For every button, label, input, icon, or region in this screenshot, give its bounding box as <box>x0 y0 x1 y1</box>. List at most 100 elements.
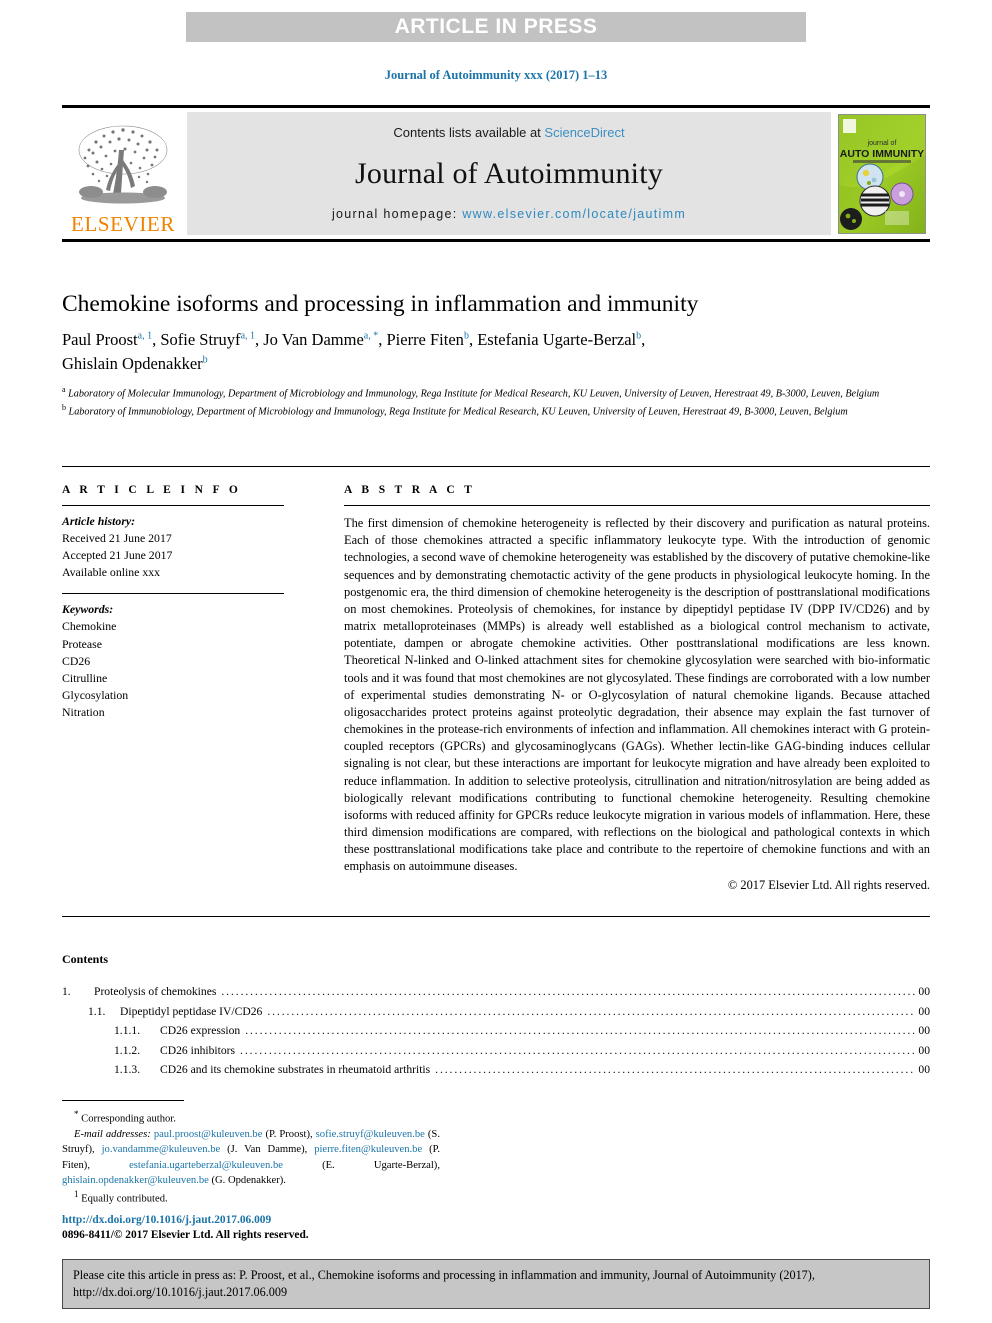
toc-number: 1.1. <box>88 1004 106 1018</box>
toc-page-number: 00 <box>918 1004 930 1018</box>
toc-leader-dots: ........................................… <box>240 1044 915 1057</box>
page-title: Chemokine isoforms and processing in inf… <box>62 291 699 317</box>
author-marks: a, * <box>363 330 379 342</box>
toc-page-number: 00 <box>918 1063 930 1077</box>
author-marks: a, 1 <box>137 330 153 342</box>
author-marks: b <box>463 330 469 342</box>
abstract-copyright: © 2017 Elsevier Ltd. All rights reserved… <box>727 877 930 892</box>
toc-label: Dipeptidyl peptidase IV/CD26 <box>120 1004 263 1018</box>
footnote-separator-rule <box>62 1100 184 1101</box>
elsevier-wordmark: ELSEVIER <box>71 212 175 236</box>
email-person: (E. Ugarte-Berzal) <box>322 1159 438 1171</box>
cite-this-article-box: Please cite this article in press as: P.… <box>62 1259 930 1309</box>
author-name: Paul Proost <box>62 330 138 349</box>
abstract-text: The first dimension of chemokine heterog… <box>344 516 930 874</box>
email-person: (J. Van Damme) <box>227 1144 305 1156</box>
article-info-heading: A R T I C L E I N F O <box>62 484 242 496</box>
toc-label: CD26 expression <box>160 1024 241 1038</box>
abstract-block-top-rule <box>62 466 930 467</box>
footnote-marker-one: 1 <box>74 1189 79 1200</box>
toc-number: 1.1.2. <box>114 1043 141 1057</box>
toc-leader-dots: ........................................… <box>221 986 915 998</box>
author-marks: a, 1 <box>240 330 256 342</box>
email-person: (G. Opdenakker) <box>211 1174 284 1186</box>
author-name: Estefania Ugarte-Berzal <box>477 330 637 349</box>
toc-page-number: 00 <box>918 1043 930 1057</box>
affiliation-mark: b <box>62 402 66 412</box>
toc-row[interactable]: 1. Proteolysis of chemokines ...........… <box>62 986 930 998</box>
article-info-column: A R T I C L E I N F O Article history: R… <box>62 484 312 721</box>
article-info-rule <box>62 505 284 506</box>
article-history-label: Article history: <box>62 514 136 528</box>
toc-label: CD26 and its chemokine substrates in rhe… <box>160 1063 431 1077</box>
journal-homepage-prefix: journal homepage: <box>331 207 463 221</box>
article-history-accepted: Accepted 21 June 2017 <box>62 548 173 563</box>
keywords-rule <box>62 593 284 595</box>
keyword-item: CD26 <box>62 653 91 668</box>
toc-row[interactable]: 1.1.2. CD26 inhibitors .................… <box>62 1045 930 1057</box>
abstract-column: A B S T R A C T The first dimension of c… <box>344 484 930 893</box>
affiliation-text: Laboratory of Molecular Immunology, Depa… <box>68 388 880 400</box>
toc-leader-dots: ........................................… <box>267 1005 916 1018</box>
affiliation-item: a Laboratory of Molecular Immunology, De… <box>62 384 938 402</box>
article-history-received: Received 21 June 2017 <box>62 531 172 546</box>
toc-leader-dots: ........................................… <box>245 1025 915 1037</box>
author-name: Jo Van Damme <box>263 330 364 349</box>
journal-homepage-line: journal homepage: www.elsevier.com/locat… <box>332 207 686 221</box>
footnote-block: * Corresponding author. E-mail addresses… <box>62 1108 440 1207</box>
email-link[interactable]: ghislain.opdenakker@kuleuven.be <box>62 1175 209 1186</box>
email-link[interactable]: paul.proost@kuleuven.be <box>154 1129 263 1140</box>
keyword-item: Glycosylation <box>62 687 129 702</box>
toc-row[interactable]: 1.1.1. CD26 expression .................… <box>62 1025 930 1037</box>
corresponding-author-note: * Corresponding author. <box>62 1108 440 1127</box>
svg-text:AUTO IMMUNITY: AUTO IMMUNITY <box>840 148 924 160</box>
author-list: Paul Proosta, 1, Sofie Struyfa, 1, Jo Va… <box>62 330 646 373</box>
keywords-label: Keywords: <box>62 602 114 617</box>
doi-link[interactable]: http://dx.doi.org/10.1016/j.jaut.2017.06… <box>62 1214 271 1226</box>
journal-cover-image: journal of AUTO IMMUNITY <box>838 113 926 234</box>
table-of-contents: 1. Proteolysis of chemokines ...........… <box>62 986 930 1084</box>
journal-title: Journal of Autoimmunity <box>355 157 663 190</box>
abstract-heading: A B S T R A C T <box>344 484 476 496</box>
author-name: Sofie Struyf <box>160 330 241 349</box>
equal-contribution-text: Equally contributed. <box>81 1193 168 1205</box>
keyword-item: Nitration <box>62 704 105 719</box>
affiliation-mark: a <box>62 385 66 394</box>
article-in-press-banner: ARTICLE IN PRESS <box>186 12 806 42</box>
abstract-rule <box>344 505 930 506</box>
author-name: Pierre Fiten <box>386 330 464 349</box>
sciencedirect-link[interactable]: ScienceDirect <box>544 125 624 140</box>
affiliation-item: b Laboratory of Immunobiology, Departmen… <box>62 402 938 420</box>
toc-number: 1.1.1. <box>114 1024 141 1038</box>
email-link[interactable]: estefania.ugarteberzal@kuleuven.be <box>129 1160 283 1171</box>
contents-lists-line: Contents lists available at ScienceDirec… <box>393 125 624 140</box>
keyword-item: Citrulline <box>62 670 108 685</box>
email-link[interactable]: sofie.struyf@kuleuven.be <box>316 1129 425 1140</box>
email-link[interactable]: pierre.fiten@kuleuven.be <box>314 1144 422 1155</box>
author-name: Ghislain Opdenakker <box>62 353 203 373</box>
toc-label: Proteolysis of chemokines <box>94 985 217 998</box>
toc-leader-dots: ........................................… <box>435 1064 915 1076</box>
affiliation-list: a Laboratory of Molecular Immunology, De… <box>62 384 938 419</box>
author-marks: b <box>636 330 642 342</box>
toc-number: 1.1.3. <box>114 1063 141 1077</box>
elsevier-logo: ELSEVIER <box>62 108 184 239</box>
affiliation-text: Laboratory of Immunobiology, Department … <box>68 406 848 418</box>
toc-row[interactable]: 1.1.3. CD26 and its chemokine substrates… <box>62 1064 930 1076</box>
contents-lists-prefix: Contents lists available at <box>393 125 545 140</box>
toc-row[interactable]: 1.1. Dipeptidyl peptidase IV/CD26 ......… <box>62 1004 930 1018</box>
journal-homepage-link[interactable]: www.elsevier.com/locate/jautimm <box>462 207 686 221</box>
author-marks: b <box>202 354 208 366</box>
toc-label: CD26 inhibitors <box>160 1043 236 1057</box>
keyword-item: Chemokine <box>62 619 117 634</box>
contents-heading: Contents <box>62 952 109 966</box>
email-person: (P. Proost) <box>265 1128 310 1140</box>
abstract-block-bottom-rule <box>62 916 930 917</box>
journal-masthead: ELSEVIER Contents lists available at Sci… <box>62 105 930 242</box>
cite-this-article-text: Please cite this article in press as: P.… <box>73 1268 815 1300</box>
svg-text:journal of: journal of <box>867 140 897 147</box>
email-addresses-label: E-mail addresses: <box>74 1128 151 1140</box>
issn-copyright-line: 0896-8411/© 2017 Elsevier Ltd. All right… <box>62 1229 309 1241</box>
email-link[interactable]: jo.vandamme@kuleuven.be <box>102 1144 221 1155</box>
journal-cover-thumbnail[interactable]: journal of AUTO IMMUNITY <box>834 108 930 239</box>
